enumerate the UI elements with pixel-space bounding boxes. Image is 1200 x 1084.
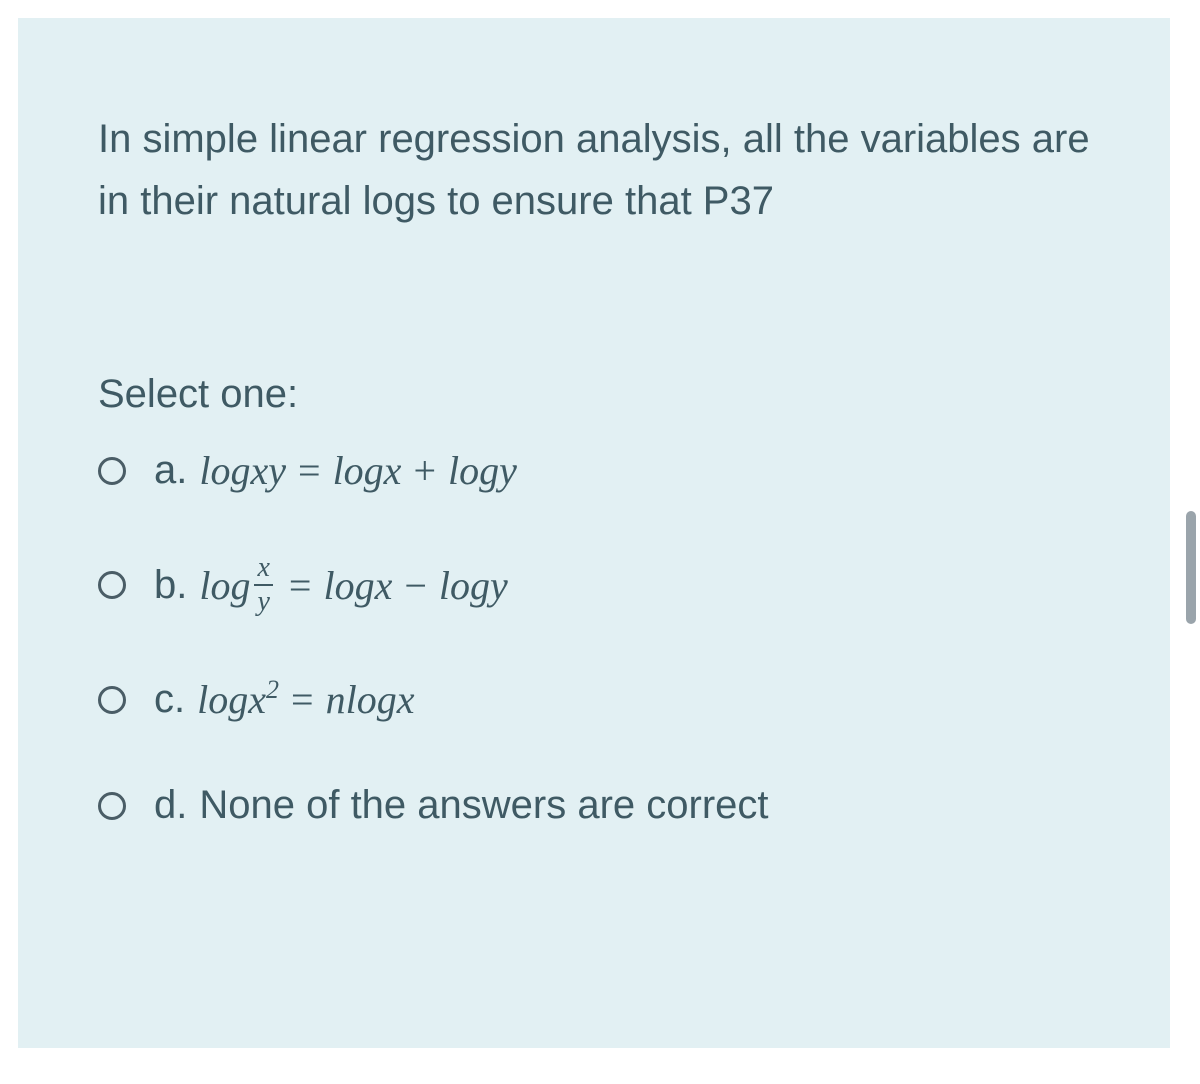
option-letter: b. bbox=[154, 563, 187, 608]
option-d-text: None of the answers are correct bbox=[199, 783, 768, 828]
option-b[interactable]: b. log x y = logx − logy bbox=[98, 554, 1090, 616]
question-text: In simple linear regression analysis, al… bbox=[98, 108, 1090, 232]
select-one-label: Select one: bbox=[98, 372, 1090, 417]
option-letter: a. bbox=[154, 448, 187, 493]
fraction-icon: x y bbox=[254, 554, 272, 616]
radio-icon[interactable] bbox=[98, 457, 126, 485]
option-c-expression: logx2 = nlogx bbox=[197, 676, 414, 723]
option-b-expression: log x y = logx − logy bbox=[199, 554, 507, 616]
option-letter: d. bbox=[154, 783, 187, 828]
option-letter: c. bbox=[154, 677, 185, 722]
option-a[interactable]: a. logxy = logx + logy bbox=[98, 447, 1090, 494]
radio-icon[interactable] bbox=[98, 571, 126, 599]
option-a-expression: logxy = logx + logy bbox=[199, 447, 517, 494]
question-card: In simple linear regression analysis, al… bbox=[18, 18, 1170, 1048]
option-d[interactable]: d. None of the answers are correct bbox=[98, 783, 1090, 828]
radio-icon[interactable] bbox=[98, 792, 126, 820]
radio-icon[interactable] bbox=[98, 686, 126, 714]
option-c[interactable]: c. logx2 = nlogx bbox=[98, 676, 1090, 723]
scrollbar-thumb[interactable] bbox=[1186, 511, 1196, 624]
